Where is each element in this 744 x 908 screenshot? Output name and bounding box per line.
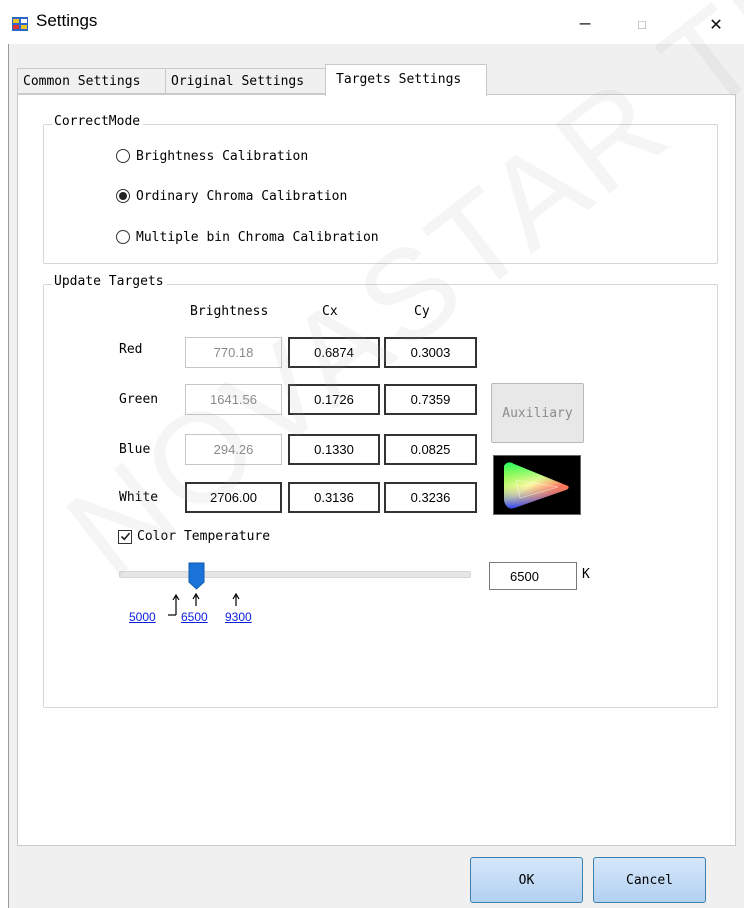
gamut-graphic: [504, 462, 569, 509]
minimize-button[interactable]: —: [563, 6, 607, 40]
window-title: Settings: [36, 11, 98, 30]
arrow-up-icon: [168, 593, 180, 616]
row-label-green: Green: [119, 392, 159, 407]
red-cy-field[interactable]: 0.3003: [384, 337, 477, 368]
tab-targets-settings[interactable]: Targets Settings: [325, 64, 487, 96]
close-icon: ✕: [709, 11, 723, 35]
radio-label: Ordinary Chroma Calibration: [136, 188, 348, 204]
blue-cx-field[interactable]: 0.1330: [288, 434, 380, 465]
green-cx-field[interactable]: 0.1726: [288, 384, 380, 415]
settings-app-icon: [12, 17, 28, 31]
row-label-red: Red: [119, 342, 143, 357]
radio-label: Multiple bin Chroma Calibration: [136, 229, 379, 245]
green-brightness-field: 1641.56: [185, 384, 282, 415]
tab-common-settings[interactable]: Common Settings: [17, 68, 166, 94]
cancel-button[interactable]: Cancel: [593, 857, 706, 903]
color-temperature-checkbox-row[interactable]: Color Temperature: [118, 529, 270, 544]
update-targets-title: Update Targets: [52, 274, 167, 289]
row-label-white: White: [119, 490, 159, 505]
maximize-button[interactable]: ☐: [620, 6, 664, 40]
red-cx-field[interactable]: 0.6874: [288, 337, 380, 368]
white-cy-field[interactable]: 0.3236: [384, 482, 477, 513]
color-temperature-checkbox[interactable]: [118, 529, 132, 544]
close-button[interactable]: ✕: [694, 6, 738, 40]
radio-multiple-bin-chroma-calibration[interactable]: Multiple bin Chroma Calibration: [116, 227, 379, 247]
radio-label: Brightness Calibration: [136, 148, 309, 164]
minimize-icon: —: [579, 12, 591, 34]
arrow-up-icon: [232, 593, 240, 606]
correct-mode-title: CorrectMode: [52, 114, 144, 129]
color-temperature-input[interactable]: 6500: [489, 562, 577, 590]
preset-link-5000[interactable]: 5000: [129, 610, 156, 624]
radio-button[interactable]: [116, 230, 130, 244]
green-cy-field[interactable]: 0.7359: [384, 384, 477, 415]
ok-button[interactable]: OK: [470, 857, 583, 903]
radio-brightness-calibration[interactable]: Brightness Calibration: [116, 146, 308, 166]
auxiliary-button[interactable]: Auxiliary: [491, 383, 584, 443]
row-label-blue: Blue: [119, 442, 151, 457]
blue-cy-field[interactable]: 0.0825: [384, 434, 477, 465]
slider-thumb[interactable]: [188, 562, 205, 590]
radio-button[interactable]: [116, 149, 130, 163]
color-temperature-slider-track[interactable]: [119, 571, 471, 578]
maximize-icon: ☐: [637, 13, 647, 33]
column-header-cy: Cy: [414, 304, 430, 319]
color-temperature-label: Color Temperature: [137, 529, 271, 544]
radio-button[interactable]: [116, 189, 130, 203]
tab-original-settings[interactable]: Original Settings: [165, 68, 326, 94]
blue-brightness-field: 294.26: [185, 434, 282, 465]
white-cx-field[interactable]: 0.3136: [288, 482, 380, 513]
arrow-up-icon: [192, 593, 200, 606]
color-temperature-unit: K: [582, 567, 590, 582]
cie-color-gamut-icon[interactable]: [493, 455, 581, 515]
white-brightness-field[interactable]: 2706.00: [185, 482, 282, 513]
radio-selected-dot: [119, 192, 127, 200]
red-brightness-field: 770.18: [185, 337, 282, 368]
checkmark-icon: [120, 532, 130, 541]
radio-ordinary-chroma-calibration[interactable]: Ordinary Chroma Calibration: [116, 186, 347, 206]
preset-link-6500[interactable]: 6500: [181, 610, 208, 624]
column-header-cx: Cx: [322, 304, 338, 319]
preset-link-9300[interactable]: 9300: [225, 610, 252, 624]
title-bar: Settings — ☐ ✕: [0, 0, 744, 44]
column-header-brightness: Brightness: [190, 304, 269, 319]
